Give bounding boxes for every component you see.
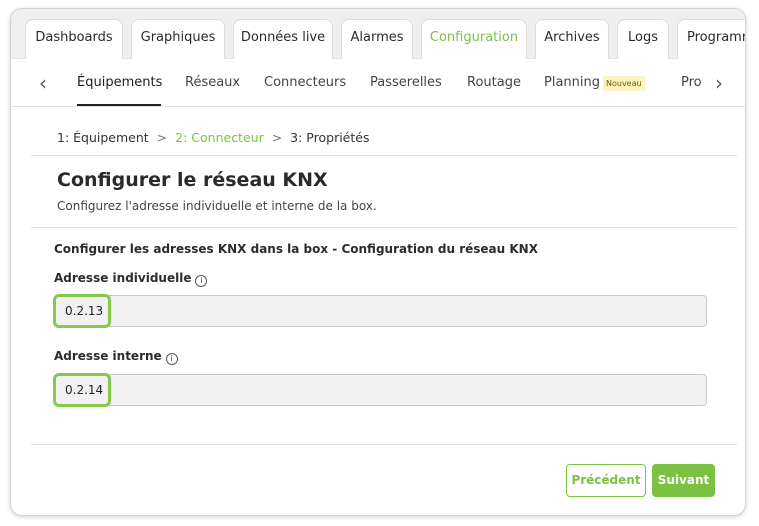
chevron-right-icon[interactable]: › — [715, 73, 723, 93]
app-window: Dashboards Graphiques Données live Alarm… — [10, 8, 746, 516]
divider — [31, 444, 737, 445]
tab-alarmes[interactable]: Alarmes — [341, 19, 413, 59]
info-icon[interactable]: i — [195, 275, 208, 287]
breadcrumb-separator: > — [271, 130, 283, 145]
tab-programmes[interactable]: Programm — [677, 19, 745, 59]
tab-configuration[interactable]: Configuration — [421, 19, 527, 59]
next-button[interactable]: Suivant — [652, 464, 715, 497]
subnav-item-connecteurs[interactable]: Connecteurs — [264, 59, 346, 107]
subnav-item-pro[interactable]: Pro — [681, 59, 702, 107]
individual-address-label-text: Adresse individuelle — [54, 271, 192, 285]
breadcrumb-step-connecteur[interactable]: 2: Connecteur — [175, 130, 264, 145]
subnav-item-planning[interactable]: Planning — [544, 59, 600, 107]
internal-address-label-text: Adresse interne — [54, 349, 162, 363]
subnav-item-equipements[interactable]: Équipements — [77, 59, 162, 107]
divider — [31, 155, 737, 156]
new-badge: Nouveau — [603, 76, 645, 91]
subnav: ‹ Équipements Réseaux Connecteurs Passer… — [11, 59, 745, 107]
internal-address-input[interactable]: 0.2.14 — [54, 374, 707, 406]
subnav-item-passerelles[interactable]: Passerelles — [370, 59, 442, 107]
subnav-item-reseaux[interactable]: Réseaux — [185, 59, 240, 107]
breadcrumb: 1: Équipement > 2: Connecteur > 3: Propr… — [57, 130, 369, 145]
breadcrumb-step-proprietes[interactable]: 3: Propriétés — [290, 130, 369, 145]
divider — [31, 227, 737, 228]
individual-address-input[interactable]: 0.2.13 — [54, 295, 707, 327]
previous-button[interactable]: Précédent — [566, 464, 646, 497]
subnav-item-routage[interactable]: Routage — [467, 59, 521, 107]
section-title: Configurer les adresses KNX dans la box … — [54, 242, 538, 256]
breadcrumb-separator: > — [156, 130, 168, 145]
tab-logs[interactable]: Logs — [617, 19, 669, 59]
tab-graphiques[interactable]: Graphiques — [131, 19, 225, 59]
page-title: Configurer le réseau KNX — [57, 169, 328, 191]
breadcrumb-step-equipement[interactable]: 1: Équipement — [57, 130, 149, 145]
info-icon[interactable]: i — [165, 353, 178, 365]
top-tabs: Dashboards Graphiques Données live Alarm… — [11, 9, 745, 59]
tab-donnees-live[interactable]: Données live — [233, 19, 333, 59]
page-description: Configurez l'adresse individuelle et int… — [57, 199, 377, 213]
individual-address-label: Adresse individuelle i — [54, 271, 208, 287]
active-underline — [77, 104, 161, 106]
tab-archives[interactable]: Archives — [535, 19, 609, 59]
internal-address-label: Adresse interne i — [54, 349, 178, 365]
chevron-left-icon[interactable]: ‹ — [39, 73, 47, 93]
tab-dashboards[interactable]: Dashboards — [25, 19, 123, 59]
